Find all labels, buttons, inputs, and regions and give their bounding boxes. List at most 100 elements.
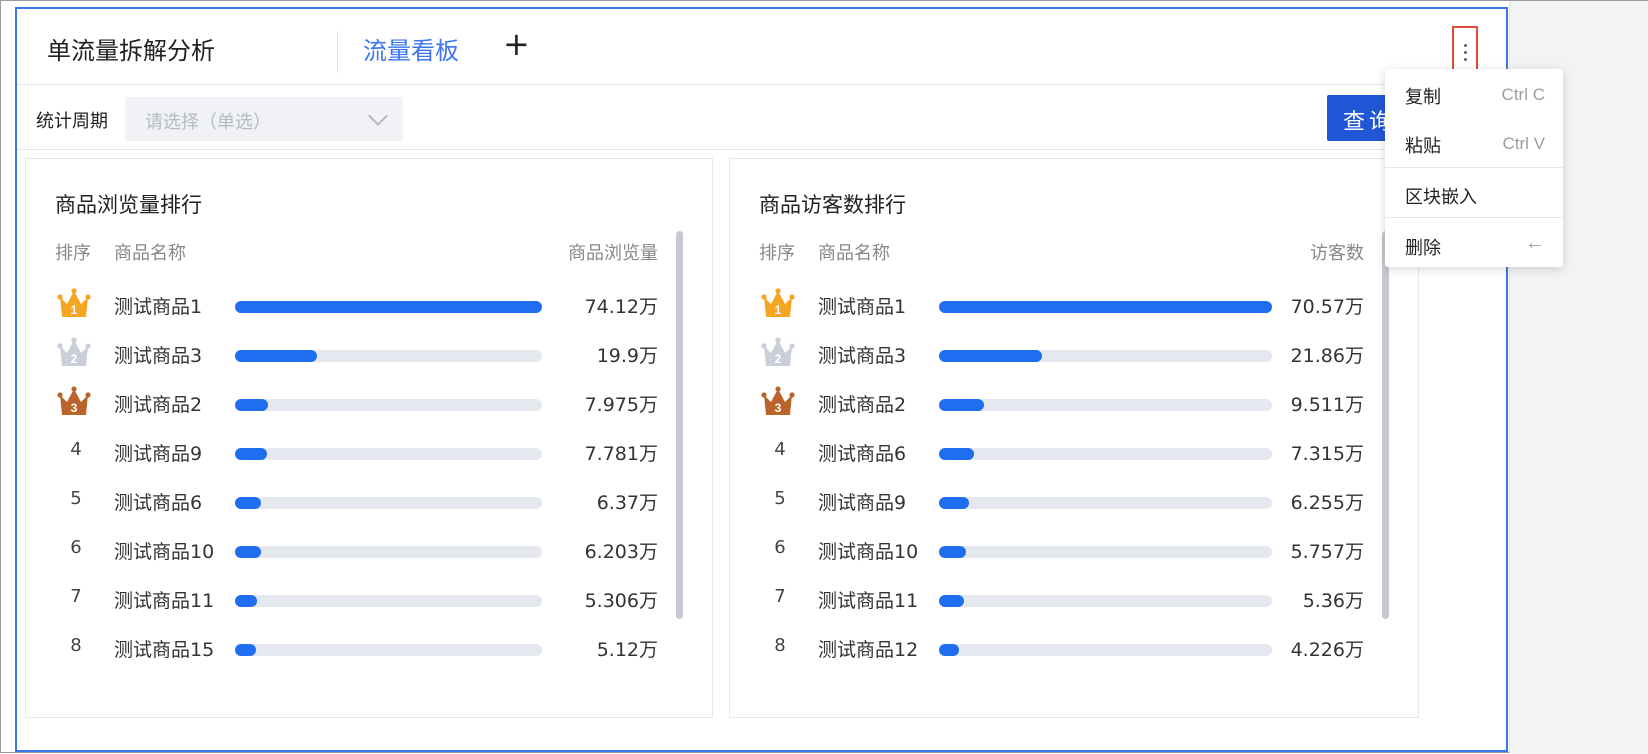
scrollbar[interactable]	[676, 231, 683, 619]
bar-fill	[235, 448, 268, 460]
rank-crown-icon: 2	[56, 336, 92, 370]
ranking-row: 2 测试商品3 19.9万	[26, 336, 712, 370]
bar-fill	[235, 497, 262, 509]
menu-divider	[1385, 167, 1563, 168]
ranking-row: 4 测试商品6 7.315万	[730, 434, 1418, 468]
metric-value: 74.12万	[584, 296, 658, 318]
metric-value: 6.37万	[596, 492, 658, 514]
bar-fill	[235, 350, 318, 362]
tab-flow-dashboard[interactable]: 流量看板	[363, 31, 459, 66]
scrollbar[interactable]	[1382, 231, 1389, 619]
ranking-row: 3 测试商品2 9.511万	[730, 385, 1418, 419]
menu-item-embed[interactable]: 区块嵌入	[1385, 173, 1563, 213]
metric-value: 9.511万	[1290, 394, 1364, 416]
rank-number: 8	[774, 635, 786, 656]
period-label: 统计周期	[36, 111, 108, 132]
bar-track	[939, 644, 1272, 656]
menu-item-label: 粘贴	[1405, 136, 1441, 157]
metric-value: 4.226万	[1290, 639, 1364, 661]
menu-item-label: 区块嵌入	[1405, 187, 1477, 208]
bar-fill	[235, 546, 261, 558]
product-name: 测试商品15	[114, 639, 215, 661]
ranking-row: 6 测试商品10 5.757万	[730, 532, 1418, 566]
rank-number: 8	[70, 635, 82, 656]
metric-value: 7.315万	[1290, 443, 1364, 465]
column-header-name: 商品名称	[818, 243, 890, 264]
metric-value: 5.12万	[596, 639, 658, 661]
menu-item-label: 删除	[1405, 238, 1441, 259]
app-frame: 单流量拆解分析 流量看板 + 统计周期 请选择（单选） 查询 商品浏览量排行 排…	[0, 0, 1648, 754]
filter-bar: 统计周期 请选择（单选） 查询	[17, 87, 1506, 150]
ranking-row: 7 测试商品11 5.306万	[26, 581, 712, 615]
bar-track	[939, 448, 1272, 460]
ranking-row: 4 测试商品9 7.781万	[26, 434, 712, 468]
metric-value: 21.86万	[1290, 345, 1364, 367]
menu-item-paste[interactable]: 粘贴 Ctrl V	[1385, 122, 1563, 162]
product-name: 测试商品6	[114, 492, 203, 514]
bar-track	[235, 644, 542, 656]
bar-track	[235, 301, 542, 313]
ranking-row: 5 测试商品6 6.37万	[26, 483, 712, 517]
bar-fill	[235, 399, 269, 411]
bar-track	[235, 595, 542, 607]
product-name: 测试商品3	[818, 345, 907, 367]
menu-item-label: 复制	[1405, 87, 1441, 108]
bar-fill	[235, 644, 257, 656]
menu-item-copy[interactable]: 复制 Ctrl C	[1385, 73, 1563, 113]
product-name: 测试商品10	[818, 541, 919, 563]
metric-value: 5.36万	[1302, 590, 1364, 612]
tab-single-flow-analysis[interactable]: 单流量拆解分析	[47, 31, 215, 66]
ranking-row: 5 测试商品9 6.255万	[730, 483, 1418, 517]
rank-crown-icon: 3	[760, 385, 796, 419]
rank-number: 7	[774, 586, 786, 607]
bar-track	[235, 448, 542, 460]
rank-number: 3	[775, 401, 782, 415]
bar-track	[939, 399, 1272, 411]
metric-value: 6.255万	[1290, 492, 1364, 514]
period-select[interactable]: 请选择（单选）	[125, 97, 403, 141]
bar-fill	[939, 595, 965, 607]
rank-crown-icon: 2	[760, 336, 796, 370]
metric-value: 70.57万	[1290, 296, 1364, 318]
bar-fill	[939, 301, 1272, 313]
rank-number: 2	[775, 352, 782, 366]
bar-track	[939, 350, 1272, 362]
rank-crown-icon: 1	[760, 287, 796, 321]
ranking-row: 2 测试商品3 21.86万	[730, 336, 1418, 370]
product-name: 测试商品11	[114, 590, 215, 612]
product-name: 测试商品12	[818, 639, 919, 661]
column-header-rank: 排序	[759, 243, 795, 264]
bar-track	[235, 350, 542, 362]
rank-crown-icon: 1	[56, 287, 92, 321]
rank-number: 4	[70, 439, 82, 460]
product-name: 测试商品6	[818, 443, 907, 465]
panel-product-views: 商品浏览量排行 排序 商品名称 商品浏览量 1 测试商品1 74.12万 2 测试商品3…	[25, 158, 713, 718]
bar-fill	[939, 497, 969, 509]
metric-value: 5.757万	[1290, 541, 1364, 563]
ranking-row: 1 测试商品1 70.57万	[730, 287, 1418, 321]
metric-value: 6.203万	[584, 541, 658, 563]
bar-track	[939, 546, 1272, 558]
ranking-row: 3 测试商品2 7.975万	[26, 385, 712, 419]
add-tab-button[interactable]: +	[503, 25, 530, 63]
menu-item-delete[interactable]: 删除 ←	[1385, 224, 1563, 264]
chevron-down-icon	[368, 106, 388, 126]
product-name: 测试商品2	[818, 394, 907, 416]
more-vertical-icon	[1463, 43, 1467, 61]
menu-divider	[1385, 217, 1563, 218]
rank-crown-icon: 3	[56, 385, 92, 419]
rank-number: 6	[70, 537, 82, 558]
column-header-value: 商品浏览量	[568, 243, 658, 264]
product-name: 测试商品3	[114, 345, 203, 367]
menu-item-shortcut: ←	[1525, 232, 1545, 254]
panel-product-visitors: 商品访客数排行 排序 商品名称 访客数 1 测试商品1 70.57万 2 测试商品3 21…	[729, 158, 1419, 718]
bar-fill	[939, 546, 967, 558]
product-name: 测试商品1	[114, 296, 203, 318]
rank-number: 1	[775, 303, 782, 317]
rank-number: 1	[71, 303, 78, 317]
product-name: 测试商品9	[818, 492, 907, 514]
bar-track	[235, 399, 542, 411]
metric-value: 19.9万	[596, 345, 658, 367]
bar-track	[939, 301, 1272, 313]
bar-track	[939, 497, 1272, 509]
